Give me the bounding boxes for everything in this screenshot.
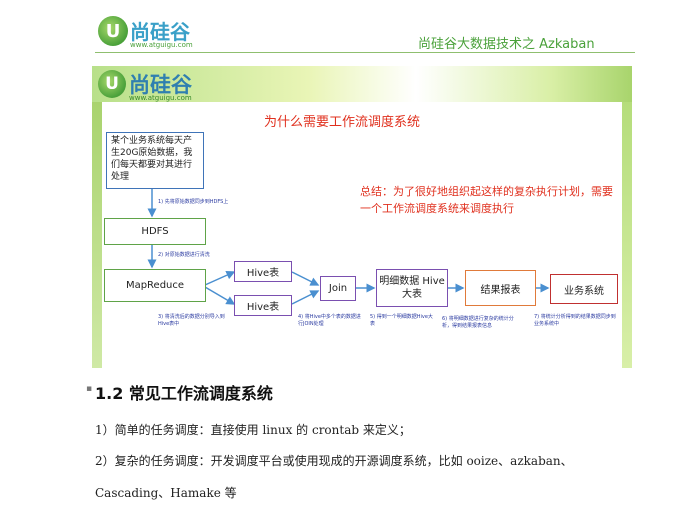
box-biz-system: 业务系统 (550, 274, 618, 304)
paragraph-bullet: ▪ (86, 384, 93, 394)
box-mapreduce: MapReduce (104, 269, 206, 302)
header-divider (95, 52, 635, 53)
step-note-6: 6) 将明细数据进行复杂的统计分析，得到结果报表信息 (442, 316, 514, 329)
box-hdfs: HDFS (104, 218, 206, 245)
slide-image: U 尚硅谷 www.atguigu.com 为什么需要工作流调度系统 总结：为了… (92, 66, 632, 368)
step-note-3: 3) 将清洗后的数据分别导入到Hive表中 (158, 314, 225, 327)
step-note-5: 5) 得到一个明细数据Hive大表 (370, 314, 433, 327)
step-note-1: 1) 先将原始数据同步到HDFS上 (158, 199, 229, 205)
box-result-report: 结果报表 (465, 270, 536, 306)
box-detail-hive-table: 明细数据 Hive大表 (376, 269, 448, 307)
box-hive-table-2: Hive表 (234, 295, 292, 316)
header-title: 尚硅谷大数据技术之 Azkaban (418, 37, 595, 52)
box-business-system: 某个业务系统每天产生20G原始数据，我们每天都要对其进行处理 (106, 132, 204, 189)
section-heading: 1.2 常见工作流调度系统 (95, 384, 273, 403)
step-note-7: 7) 将统计分析得到的结果数据同步到业务系统中 (534, 314, 616, 327)
header-logo-icon: U (98, 16, 128, 46)
box-hive-table-1: Hive表 (234, 261, 292, 282)
body-line-3: Cascading、Hamake 等 (95, 486, 237, 500)
header-logo-url: www.atguigu.com (130, 41, 193, 49)
body-line-2: 2）复杂的任务调度：开发调度平台或使用现成的开源调度系统，比如 ooize、az… (95, 454, 573, 468)
box-join: Join (320, 276, 356, 301)
step-note-2: 2) 对原始数据进行清洗 (158, 252, 210, 258)
step-note-4: 4) 将Hive中多个表的数据进行JOIN处理 (298, 314, 361, 327)
body-line-1: 1）简单的任务调度：直接使用 linux 的 crontab 来定义； (95, 423, 411, 437)
